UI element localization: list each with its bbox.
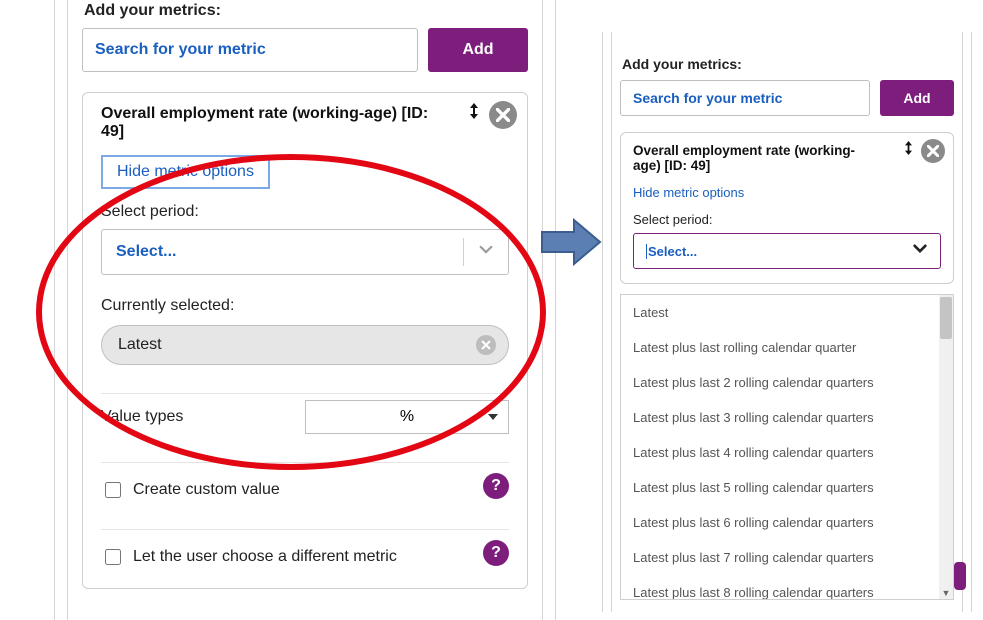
dropdown-caret-icon — [488, 414, 498, 420]
add-metric-button[interactable]: Add — [880, 80, 954, 116]
value-types-label: Value types — [101, 408, 305, 426]
scrollbar-track[interactable]: ▲ ▼ — [939, 295, 953, 599]
remove-selected-period-button[interactable] — [476, 335, 496, 355]
select-period-label: Select period: — [633, 212, 941, 227]
value-types-row: Value types % — [101, 393, 509, 434]
metric-title: Overall employment rate (working-age) [I… — [633, 143, 941, 173]
period-option[interactable]: Latest plus last 4 rolling calendar quar… — [621, 435, 953, 470]
remove-metric-button[interactable] — [489, 101, 517, 129]
period-select[interactable]: Select... — [101, 229, 509, 275]
search-row: Add — [82, 28, 528, 72]
value-types-select[interactable]: % — [305, 400, 509, 434]
choose-different-metric-checkbox[interactable] — [105, 549, 121, 565]
help-icon[interactable]: ? — [483, 473, 509, 499]
drag-handle-icon[interactable] — [904, 141, 913, 159]
left-panel: Add your metrics: Add Overall employment… — [54, 0, 556, 620]
period-select-placeholder: Select... — [646, 244, 697, 259]
drag-handle-icon[interactable] — [469, 103, 479, 124]
select-divider — [463, 238, 464, 266]
metric-search-input[interactable] — [82, 28, 418, 72]
metric-title: Overall employment rate (working-age) [I… — [101, 105, 509, 141]
hide-metric-options-button[interactable]: Hide metric options — [101, 155, 270, 189]
purple-sliver — [954, 562, 966, 590]
scrollbar-thumb[interactable] — [940, 297, 952, 339]
period-dropdown: LatestLatest plus last rolling calendar … — [620, 294, 954, 600]
choose-different-metric-label: Let the user choose a different metric — [133, 548, 397, 566]
select-period-label: Select period: — [101, 203, 509, 221]
period-option[interactable]: Latest — [621, 295, 953, 330]
create-custom-value-label: Create custom value — [133, 481, 280, 499]
period-option[interactable]: Latest plus last 2 rolling calendar quar… — [621, 365, 953, 400]
choose-different-metric-row: Let the user choose a different metric ? — [101, 529, 509, 568]
right-panel-border-right — [962, 32, 972, 612]
metric-card: Overall employment rate (working-age) [I… — [82, 92, 528, 589]
right-panel: Add your metrics: Add Overall employment… — [602, 32, 972, 612]
right-panel-border-left — [602, 32, 612, 612]
chevron-down-icon — [478, 242, 494, 263]
period-select-placeholder: Select... — [116, 243, 176, 261]
search-row: Add — [620, 80, 954, 116]
chevron-down-icon — [912, 241, 928, 262]
period-option[interactable]: Latest plus last 8 rolling calendar quar… — [621, 575, 953, 600]
left-panel-border-right — [542, 0, 556, 620]
hide-metric-options-link[interactable]: Hide metric options — [633, 185, 744, 200]
period-option[interactable]: Latest plus last 6 rolling calendar quar… — [621, 505, 953, 540]
remove-metric-button[interactable] — [921, 139, 945, 163]
period-option[interactable]: Latest plus last 3 rolling calendar quar… — [621, 400, 953, 435]
scroll-down-icon[interactable]: ▼ — [940, 587, 952, 599]
create-custom-value-row: Create custom value ? — [101, 462, 509, 501]
period-select-open[interactable]: Select... — [633, 233, 941, 269]
period-option[interactable]: Latest plus last 5 rolling calendar quar… — [621, 470, 953, 505]
period-option[interactable]: Latest plus last 7 rolling calendar quar… — [621, 540, 953, 575]
create-custom-value-checkbox[interactable] — [105, 482, 121, 498]
add-metrics-label: Add your metrics: — [84, 2, 528, 20]
add-metrics-label: Add your metrics: — [622, 56, 954, 72]
selected-period-text: Latest — [118, 336, 162, 354]
metric-search-input[interactable] — [620, 80, 870, 116]
add-metric-button[interactable]: Add — [428, 28, 528, 72]
currently-selected-label: Currently selected: — [101, 297, 509, 315]
value-types-value: % — [400, 408, 414, 426]
help-icon[interactable]: ? — [483, 540, 509, 566]
period-option[interactable]: Latest plus last rolling calendar quarte… — [621, 330, 953, 365]
selected-period-pill: Latest — [101, 325, 509, 365]
left-panel-border-left — [54, 0, 68, 620]
metric-card: Overall employment rate (working-age) [I… — [620, 132, 954, 284]
